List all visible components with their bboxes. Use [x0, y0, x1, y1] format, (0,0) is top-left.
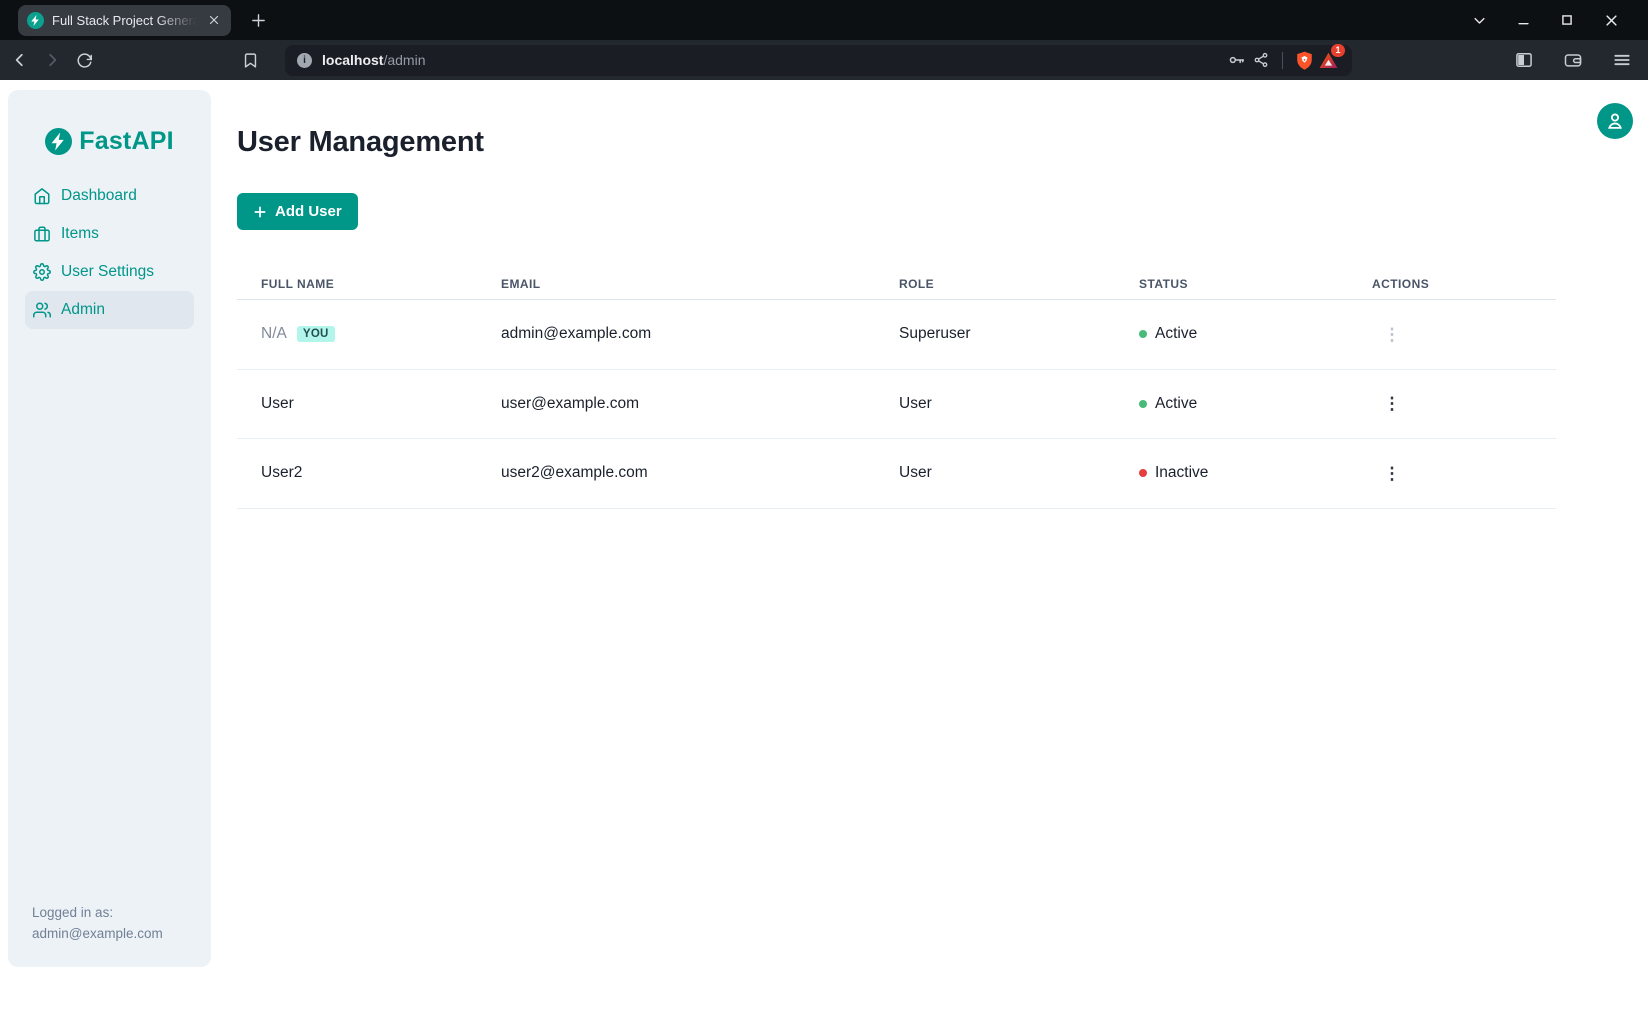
column-header: FULL NAME	[237, 277, 477, 291]
status-dot	[1139, 400, 1147, 408]
forward-button[interactable]	[36, 44, 68, 76]
briefcase-icon	[33, 225, 51, 243]
sidebar-item-label: User Settings	[61, 263, 154, 281]
sidebar-item-items[interactable]: Items	[25, 215, 194, 253]
row-actions-button[interactable]: ⋮	[1378, 459, 1406, 487]
sidebar-nav: Dashboard Items User Settings Admin	[8, 177, 211, 329]
table-row: N/A YOU admin@example.com Superuser Acti…	[237, 300, 1556, 370]
page-title: User Management	[237, 126, 1556, 159]
users-icon	[33, 301, 51, 319]
tab-search-chevron-icon[interactable]	[1468, 9, 1490, 31]
browser-tab[interactable]: Full Stack Project Genera	[18, 5, 231, 36]
window-minimize-button[interactable]	[1512, 9, 1534, 31]
table-row: User2 user2@example.com User Inactive ⋮	[237, 439, 1556, 509]
app-page: FastAPI Dashboard Items User Settings Ad…	[0, 80, 1648, 1025]
password-key-icon[interactable]	[1225, 48, 1249, 72]
site-info-icon[interactable]: i	[297, 53, 312, 68]
add-user-label: Add User	[275, 203, 342, 220]
rewards-count-badge: 1	[1331, 44, 1345, 57]
row-actions-button[interactable]: ⋮	[1378, 390, 1406, 418]
user-role: Superuser	[875, 325, 1115, 343]
table-header-row: FULL NAMEEMAILROLESTATUSACTIONS	[237, 269, 1556, 300]
table-body: N/A YOU admin@example.com Superuser Acti…	[237, 300, 1556, 509]
window-maximize-button[interactable]	[1556, 9, 1578, 31]
toolbar-right-icons	[1512, 48, 1634, 72]
sidebar-item-admin[interactable]: Admin	[25, 291, 194, 329]
fastapi-favicon-icon	[27, 12, 44, 29]
status-dot	[1139, 330, 1147, 338]
toolbar-divider	[1282, 52, 1283, 69]
row-actions-button: ⋮	[1378, 320, 1406, 348]
status-label: Active	[1155, 325, 1197, 343]
tab-title: Full Stack Project Genera	[52, 13, 197, 28]
home-icon	[33, 187, 51, 205]
user-full-name: N/A	[261, 325, 287, 343]
gear-icon	[33, 263, 51, 281]
fastapi-logo[interactable]: FastAPI	[8, 127, 211, 156]
wallet-icon[interactable]	[1561, 48, 1585, 72]
brave-shield-icon[interactable]	[1292, 48, 1316, 72]
main-content: User Management Add User FULL NAMEEMAILR…	[237, 80, 1556, 509]
sidebar-panel-icon[interactable]	[1512, 48, 1536, 72]
menu-hamburger-icon[interactable]	[1610, 48, 1634, 72]
status-dot	[1139, 469, 1147, 477]
user-full-name: User	[261, 395, 294, 413]
user-avatar-button[interactable]	[1597, 103, 1633, 139]
url-text: localhost/admin	[322, 52, 426, 68]
logged-in-email: admin@example.com	[32, 924, 163, 945]
column-header: EMAIL	[477, 277, 875, 291]
logged-in-label: Logged in as:	[32, 903, 163, 924]
user-role: User	[875, 395, 1115, 413]
reload-button[interactable]	[68, 44, 100, 76]
url-path: /admin	[383, 52, 425, 68]
you-badge: YOU	[297, 326, 335, 342]
sidebar-item-label: Admin	[61, 301, 105, 319]
brave-rewards-icon[interactable]: 1	[1316, 48, 1340, 72]
users-table: FULL NAMEEMAILROLESTATUSACTIONS N/A YOU …	[237, 269, 1556, 509]
user-email: admin@example.com	[477, 325, 875, 343]
address-bar[interactable]: i localhost/admin 1	[285, 45, 1352, 76]
plus-icon	[253, 205, 267, 219]
sidebar: FastAPI Dashboard Items User Settings Ad…	[8, 90, 211, 967]
logo-text: FastAPI	[79, 127, 173, 156]
window-close-button[interactable]	[1600, 9, 1622, 31]
sidebar-item-label: Items	[61, 225, 99, 243]
user-role: User	[875, 464, 1115, 482]
browser-toolbar: i localhost/admin 1	[0, 40, 1648, 80]
url-host: localhost	[322, 52, 383, 68]
sidebar-item-dashboard[interactable]: Dashboard	[25, 177, 194, 215]
browser-tab-bar: Full Stack Project Genera	[0, 0, 1648, 40]
new-tab-button[interactable]	[245, 7, 271, 33]
fastapi-bolt-icon	[45, 128, 72, 155]
share-icon[interactable]	[1249, 48, 1273, 72]
window-controls	[1468, 9, 1622, 31]
column-header: ROLE	[875, 277, 1115, 291]
table-row: User user@example.com User Active ⋮	[237, 370, 1556, 440]
user-full-name: User2	[261, 464, 302, 482]
add-user-button[interactable]: Add User	[237, 193, 358, 230]
column-header: STATUS	[1115, 277, 1348, 291]
sidebar-item-user-settings[interactable]: User Settings	[25, 253, 194, 291]
status-label: Inactive	[1155, 464, 1208, 482]
logged-in-info: Logged in as: admin@example.com	[32, 903, 163, 945]
sidebar-item-label: Dashboard	[61, 187, 137, 205]
tab-close-icon[interactable]	[205, 11, 223, 29]
bookmark-icon[interactable]	[234, 44, 266, 76]
column-header: ACTIONS	[1348, 277, 1556, 291]
back-button[interactable]	[4, 44, 36, 76]
user-email: user2@example.com	[477, 464, 875, 482]
status-label: Active	[1155, 395, 1197, 413]
user-email: user@example.com	[477, 395, 875, 413]
